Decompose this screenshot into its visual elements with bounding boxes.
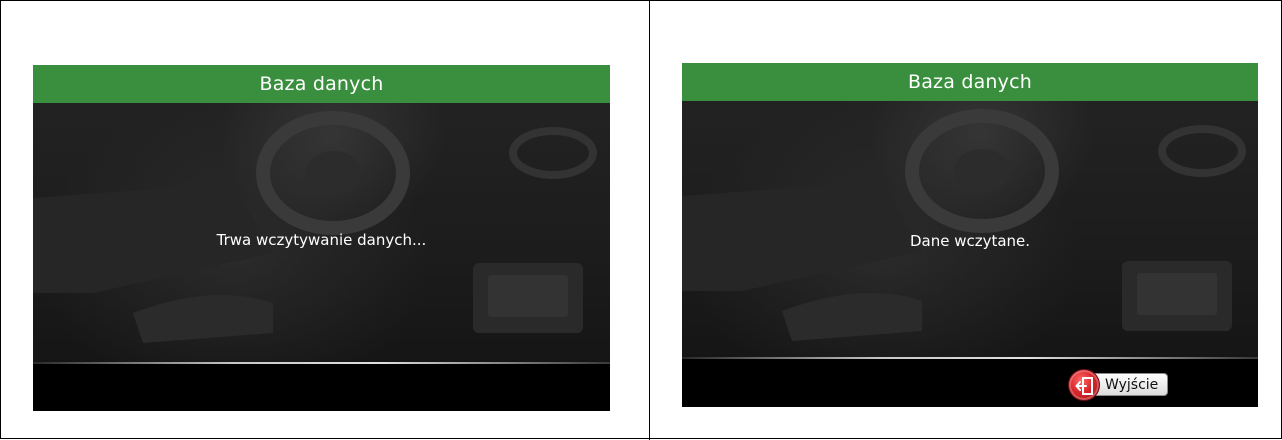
bottom-bar (33, 364, 610, 411)
exit-button-label: Wyjście (1090, 373, 1168, 396)
status-message: Trwa wczytywanie danych... (216, 231, 427, 249)
document-page: Baza danych Trwa wczytywanie danych... B… (0, 0, 1282, 440)
bottom-bar: Wyjście (682, 359, 1258, 407)
exit-door-icon (1068, 369, 1100, 401)
exit-button[interactable]: Wyjście (1068, 369, 1170, 401)
loaded-screen: Baza danych Dane wczytane. Wyjście (682, 63, 1258, 407)
loading-screen: Baza danych Trwa wczytywanie danych... (33, 65, 610, 411)
screen-title: Baza danych (682, 63, 1258, 101)
car-interior-background (682, 101, 1258, 361)
screen-title: Baza danych (33, 65, 610, 103)
status-message: Dane wczytane. (909, 232, 1031, 250)
column-divider (649, 1, 650, 440)
